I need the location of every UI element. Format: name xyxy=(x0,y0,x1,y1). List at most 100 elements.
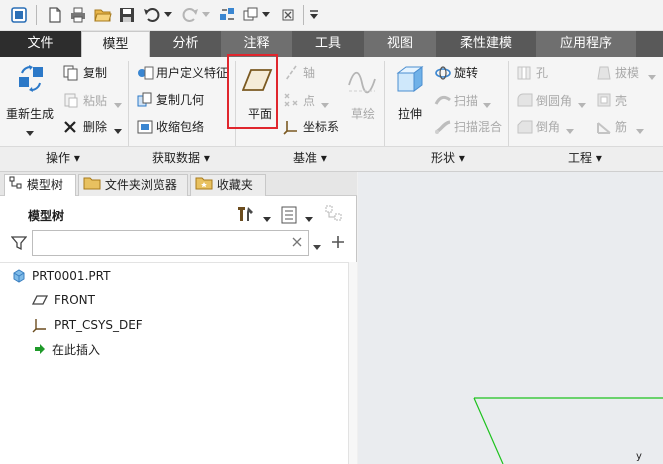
model-tree-header: 模型树 xyxy=(28,209,65,223)
group-label-engineering[interactable]: 工程 ▾ xyxy=(568,150,602,166)
tree-settings-dropdown-icon[interactable] xyxy=(263,212,271,226)
clear-search-icon[interactable] xyxy=(291,236,303,251)
tree-item-label: 在此插入 xyxy=(52,342,101,357)
copy-geometry-button[interactable]: 复制几何 xyxy=(156,92,204,108)
undo-dropdown-icon[interactable] xyxy=(163,6,173,24)
axis-label: y xyxy=(636,451,642,462)
point-button: 点 xyxy=(303,94,316,108)
regenerate-dropdown-icon[interactable] xyxy=(26,126,34,140)
axis-icon xyxy=(284,65,298,84)
tab-applications[interactable]: 应用程序 xyxy=(536,31,636,57)
tab-favorites[interactable]: 收藏夹 xyxy=(190,174,266,196)
windows-dropdown-icon[interactable] xyxy=(261,6,271,24)
sweep-icon xyxy=(434,92,452,111)
datum-dropdown-icon: ▾ xyxy=(317,151,327,165)
revolve-button[interactable]: 旋转 xyxy=(454,65,478,81)
tab-file[interactable]: 文件 xyxy=(0,31,81,57)
delete-icon[interactable] xyxy=(63,120,77,137)
close-window-icon[interactable] xyxy=(280,6,296,24)
windows-icon[interactable] xyxy=(242,6,260,24)
tab-view[interactable]: 视图 xyxy=(364,31,436,57)
tree-item-label: PRT0001.PRT xyxy=(32,269,111,283)
group-label-shapes[interactable]: 形状 ▾ xyxy=(431,150,465,166)
group-label-operations[interactable]: 操作 ▾ xyxy=(46,150,80,166)
undo-icon[interactable] xyxy=(142,6,162,24)
tab-tools[interactable]: 工具 xyxy=(292,31,364,57)
copy-icon[interactable] xyxy=(63,65,79,84)
navigator-panel: 模型树 文件夹浏览器 收藏夹 模型树 PRT0001.PRT FRONT PRT… xyxy=(0,172,357,464)
tree-item-root[interactable]: PRT0001.PRT xyxy=(12,266,110,286)
datum-plane-icon xyxy=(32,294,48,306)
udf-button[interactable]: 用户定义特征 xyxy=(156,65,228,81)
folder-icon xyxy=(83,176,101,196)
new-file-icon[interactable] xyxy=(46,6,64,24)
tab-model-tree[interactable]: 模型树 xyxy=(4,174,76,196)
extrude-icon[interactable] xyxy=(394,63,426,98)
draft-button: 拔模 xyxy=(615,66,640,80)
tree-item-insert-here[interactable]: 在此插入 xyxy=(34,339,100,359)
quick-access-toolbar xyxy=(0,0,663,31)
csys-button[interactable]: 坐标系 xyxy=(303,119,339,135)
tab-folder-browser[interactable]: 文件夹浏览器 xyxy=(78,174,188,196)
filter-icon[interactable] xyxy=(10,235,28,254)
open-folder-icon[interactable] xyxy=(93,6,113,24)
coordinate-system-icon xyxy=(32,317,48,333)
plane-highlight-box xyxy=(227,54,278,129)
show-list-icon[interactable] xyxy=(281,206,297,227)
save-icon[interactable] xyxy=(118,6,136,24)
navigator-tabs: 模型树 文件夹浏览器 收藏夹 xyxy=(0,172,357,196)
sketch-icon xyxy=(346,65,378,98)
part-icon xyxy=(12,269,26,283)
print-icon[interactable] xyxy=(68,6,88,24)
point-icon xyxy=(283,92,299,111)
add-filter-icon[interactable] xyxy=(331,235,345,252)
draft-dropdown-icon xyxy=(648,70,656,84)
search-dropdown-icon[interactable] xyxy=(313,240,321,254)
datum-plane-front[interactable] xyxy=(358,172,663,464)
chamfer-icon xyxy=(516,119,534,138)
swept-blend-icon xyxy=(434,119,452,138)
shrinkwrap-icon[interactable] xyxy=(136,119,154,138)
axis-button: 轴 xyxy=(303,66,316,80)
shell-button: 壳 xyxy=(615,94,628,108)
paste-button: 粘贴 xyxy=(83,94,108,108)
regenerate-small-icon[interactable] xyxy=(218,6,238,24)
sweep-dropdown-icon xyxy=(483,98,491,112)
group-label-datum[interactable]: 基准 ▾ xyxy=(293,150,327,166)
hole-icon xyxy=(516,65,532,84)
tab-model[interactable]: 模型 xyxy=(81,31,150,57)
copy-geometry-icon[interactable] xyxy=(136,92,154,111)
delete-dropdown-icon[interactable] xyxy=(114,124,122,138)
engineering-dropdown-icon: ▾ xyxy=(592,151,602,165)
delete-button[interactable]: 删除 xyxy=(83,119,107,135)
udf-icon[interactable] xyxy=(136,65,154,84)
regenerate-icon[interactable] xyxy=(15,63,47,98)
rib-dropdown-icon xyxy=(636,124,644,138)
extrude-button[interactable]: 拉伸 xyxy=(398,106,422,122)
tree-search-input[interactable] xyxy=(32,230,309,256)
tree-settings-icon[interactable] xyxy=(236,205,256,226)
ribbon: 重新生成 复制 粘贴 删除 用户定义特征 复制几何 收缩包络 平面 轴 点 坐标… xyxy=(0,57,663,172)
csys-icon[interactable] xyxy=(283,119,299,138)
ribbon-group-labels xyxy=(0,146,663,171)
graphics-window[interactable]: y xyxy=(358,172,663,464)
tab-analysis[interactable]: 分析 xyxy=(150,31,221,57)
chamfer-dropdown-icon xyxy=(566,124,574,138)
paste-icon xyxy=(63,92,79,111)
redo-dropdown-icon xyxy=(201,6,211,24)
panel-scrollbar[interactable] xyxy=(348,262,357,464)
revolve-icon[interactable] xyxy=(434,65,452,84)
shrinkwrap-button[interactable]: 收缩包络 xyxy=(156,119,204,135)
draft-icon xyxy=(596,65,612,84)
customize-toolbar-icon[interactable] xyxy=(308,6,320,24)
tree-item-front[interactable]: FRONT xyxy=(32,290,95,310)
tab-flexible-modeling[interactable]: 柔性建模 xyxy=(436,31,536,57)
tree-item-csys[interactable]: PRT_CSYS_DEF xyxy=(32,315,143,335)
regenerate-button[interactable]: 重新生成 xyxy=(6,106,54,122)
redo-icon xyxy=(180,6,200,24)
window-icon[interactable] xyxy=(10,6,28,24)
tree-item-label: PRT_CSYS_DEF xyxy=(54,318,143,332)
copy-button[interactable]: 复制 xyxy=(83,65,107,81)
group-label-get-data[interactable]: 获取数据 ▾ xyxy=(152,150,210,166)
show-list-dropdown-icon[interactable] xyxy=(305,212,313,226)
